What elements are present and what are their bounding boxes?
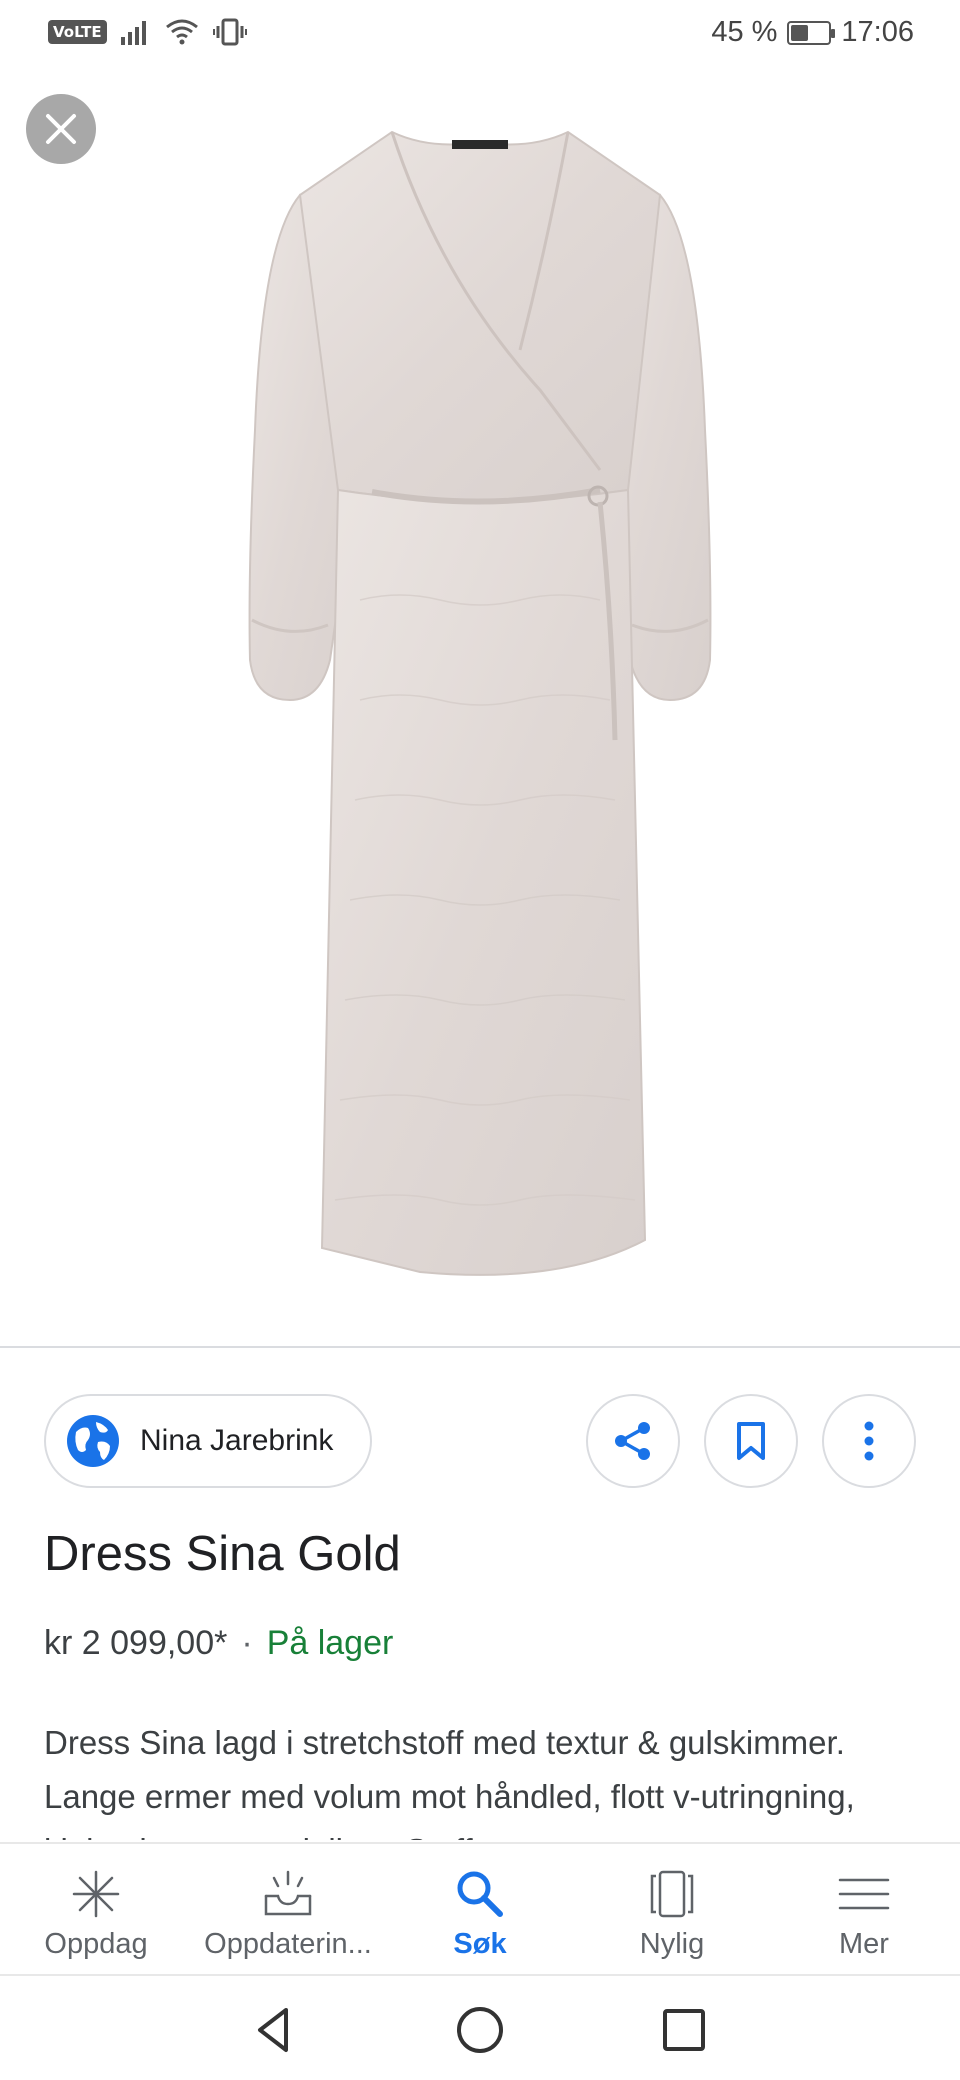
vibrate-icon [212, 18, 247, 46]
search-icon [457, 1871, 503, 1917]
bookmark-icon [737, 1422, 765, 1460]
dress-image [248, 130, 712, 1276]
more-vert-icon [864, 1421, 874, 1461]
recent-icon [650, 1870, 694, 1918]
nav-more[interactable]: Mer [768, 1844, 960, 1972]
more-options-button[interactable] [822, 1394, 916, 1488]
home-icon[interactable] [452, 2002, 508, 2058]
discover-icon [72, 1870, 120, 1918]
source-chip[interactable]: Nina Jarebrink [44, 1394, 372, 1488]
save-button[interactable] [704, 1394, 798, 1488]
battery-icon [787, 20, 836, 45]
menu-icon [838, 1878, 890, 1910]
nav-search[interactable]: Søk [384, 1844, 576, 1972]
close-button[interactable] [26, 94, 96, 164]
updates-icon [264, 1870, 312, 1916]
battery-level [791, 24, 808, 41]
price-separator: · [241, 1624, 253, 1662]
bottom-navigation: Oppdag Oppdaterin... Søk Nylig Mer [0, 1842, 960, 1972]
product-image[interactable] [0, 100, 960, 1340]
share-icon [615, 1422, 650, 1460]
price-row: kr 2 099,00* · På lager [44, 1624, 393, 1663]
battery-percent: 45 % [711, 16, 778, 48]
product-price: kr 2 099,00* [44, 1624, 228, 1662]
nav-updates[interactable]: Oppdaterin... [192, 1844, 384, 1972]
volte-badge: VoLTE [48, 20, 107, 44]
nav-label: Oppdaterin... [204, 1928, 372, 1960]
nav-recent[interactable]: Nylig [576, 1844, 768, 1972]
product-title: Dress Sina Gold [44, 1527, 401, 1581]
wifi-icon [165, 19, 198, 45]
product-description: Dress Sina lagd i stretchstoff med textu… [44, 1724, 855, 1840]
system-navigation-bar [0, 1974, 960, 2080]
divider [0, 1346, 960, 1348]
stock-status: På lager [266, 1624, 394, 1662]
globe-icon [67, 1415, 119, 1467]
nav-discover[interactable]: Oppdag [0, 1844, 192, 1972]
clock: 17:06 [841, 16, 914, 48]
nav-label: Mer [839, 1928, 889, 1960]
signal-icon [120, 21, 146, 45]
nav-label: Oppdag [44, 1928, 148, 1960]
share-button[interactable] [586, 1394, 680, 1488]
status-bar: VoLTE 45 % 17:06 [0, 0, 960, 68]
source-name: Nina Jarebrink [140, 1424, 334, 1457]
recents-icon[interactable] [656, 2002, 712, 2058]
close-icon [46, 114, 76, 144]
nav-label: Søk [453, 1928, 507, 1960]
nav-label: Nylig [639, 1928, 705, 1960]
back-icon[interactable] [246, 2002, 302, 2058]
